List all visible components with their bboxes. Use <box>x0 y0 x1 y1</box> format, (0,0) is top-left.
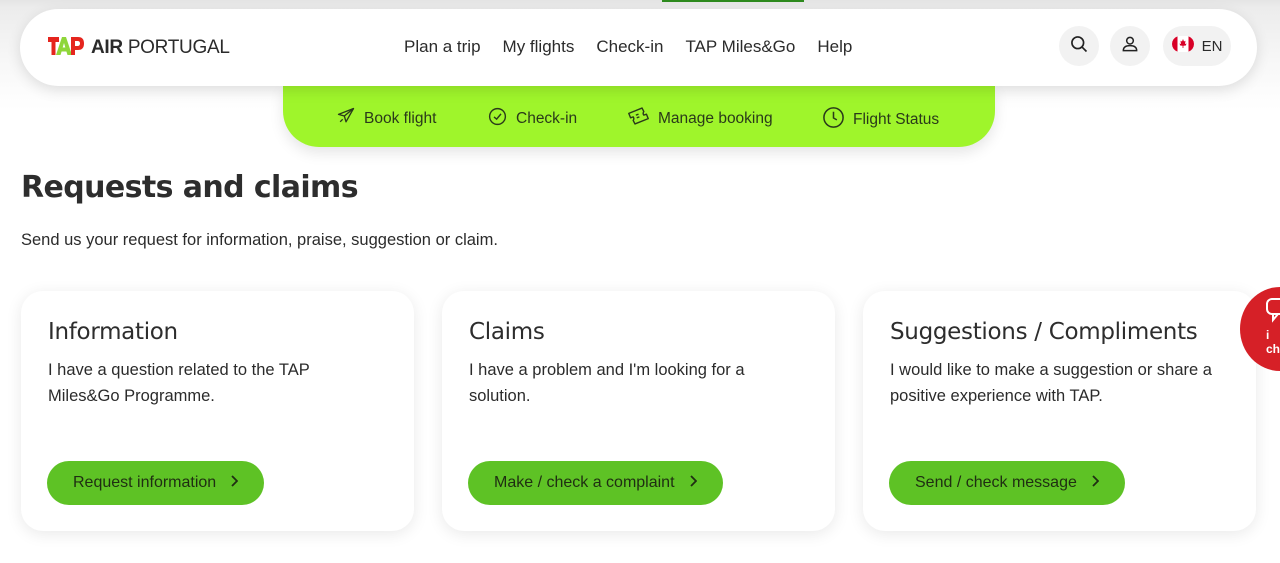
quick-action-book-flight[interactable]: Book flight <box>336 106 436 131</box>
card-description: I have a question related to the TAP Mil… <box>48 361 310 405</box>
button-label: Make / check a complaint <box>494 474 675 491</box>
active-indicator-strip <box>662 0 804 2</box>
nav-plan-a-trip[interactable]: Plan a trip <box>404 37 481 57</box>
quick-actions-bar: Book flight Check-in Manage booking Flig… <box>283 86 995 147</box>
card-description: I have a problem and I'm looking for a s… <box>469 361 745 405</box>
quick-action-label: Flight Status <box>853 111 940 128</box>
quick-action-flight-status[interactable]: Flight Status <box>822 106 939 134</box>
card-title: Information <box>48 319 178 345</box>
nav-check-in[interactable]: Check-in <box>596 37 663 57</box>
tap-logo[interactable]: AIR PORTUGAL <box>47 36 230 60</box>
ticket-icon <box>627 106 650 131</box>
chevron-right-icon <box>1091 474 1100 492</box>
make-complaint-button[interactable]: Make / check a complaint <box>468 461 723 505</box>
language-label: EN <box>1201 37 1223 55</box>
chat-label: i ch <box>1266 328 1280 356</box>
button-label: Request information <box>73 474 217 491</box>
quick-action-label: Check-in <box>516 110 578 127</box>
chevron-right-icon <box>230 474 239 492</box>
search-button[interactable] <box>1059 26 1099 66</box>
check-circle-icon <box>487 106 508 132</box>
page-subtitle: Send us your request for information, pr… <box>21 231 498 249</box>
chevron-right-icon <box>689 474 697 492</box>
tap-logo-mark <box>47 34 87 63</box>
canada-flag-icon <box>1171 36 1194 56</box>
card-suggestions: Suggestions / Compliments I would like t… <box>863 291 1256 531</box>
button-label: Send / check message <box>915 474 1077 491</box>
quick-action-check-in[interactable]: Check-in <box>487 106 577 132</box>
quick-action-label: Book flight <box>364 109 437 127</box>
nav-tap-miles-and-go[interactable]: TAP Miles&Go <box>685 37 795 57</box>
user-icon <box>1120 34 1140 59</box>
card-claims: Claims I have a problem and I'm looking … <box>442 291 835 531</box>
nav-my-flights[interactable]: My flights <box>503 37 575 57</box>
card-description: I would like to make a suggestion or sha… <box>890 361 1212 405</box>
card-title: Suggestions / Compliments <box>890 319 1198 345</box>
logo-wordmark: AIR PORTUGAL <box>91 37 230 58</box>
page-title: Requests and claims <box>21 170 359 205</box>
language-selector[interactable]: EN <box>1163 26 1231 66</box>
account-button[interactable] <box>1110 26 1150 66</box>
primary-navigation: Plan a trip My flights Check-in TAP Mile… <box>404 37 852 57</box>
request-information-button[interactable]: Request information <box>47 461 265 505</box>
nav-help[interactable]: Help <box>817 37 852 57</box>
main-navbar: AIR PORTUGAL Plan a trip My flights Chec… <box>20 9 1257 86</box>
quick-action-label: Manage booking <box>658 109 773 127</box>
card-information: Information I have a question related to… <box>21 291 414 531</box>
plane-icon <box>336 106 356 131</box>
search-icon <box>1069 34 1089 59</box>
chat-icon <box>1265 297 1280 328</box>
send-message-button[interactable]: Send / check message <box>889 461 1125 505</box>
quick-action-manage-booking[interactable]: Manage booking <box>627 106 773 131</box>
clock-icon <box>822 106 845 134</box>
card-title: Claims <box>469 319 545 345</box>
